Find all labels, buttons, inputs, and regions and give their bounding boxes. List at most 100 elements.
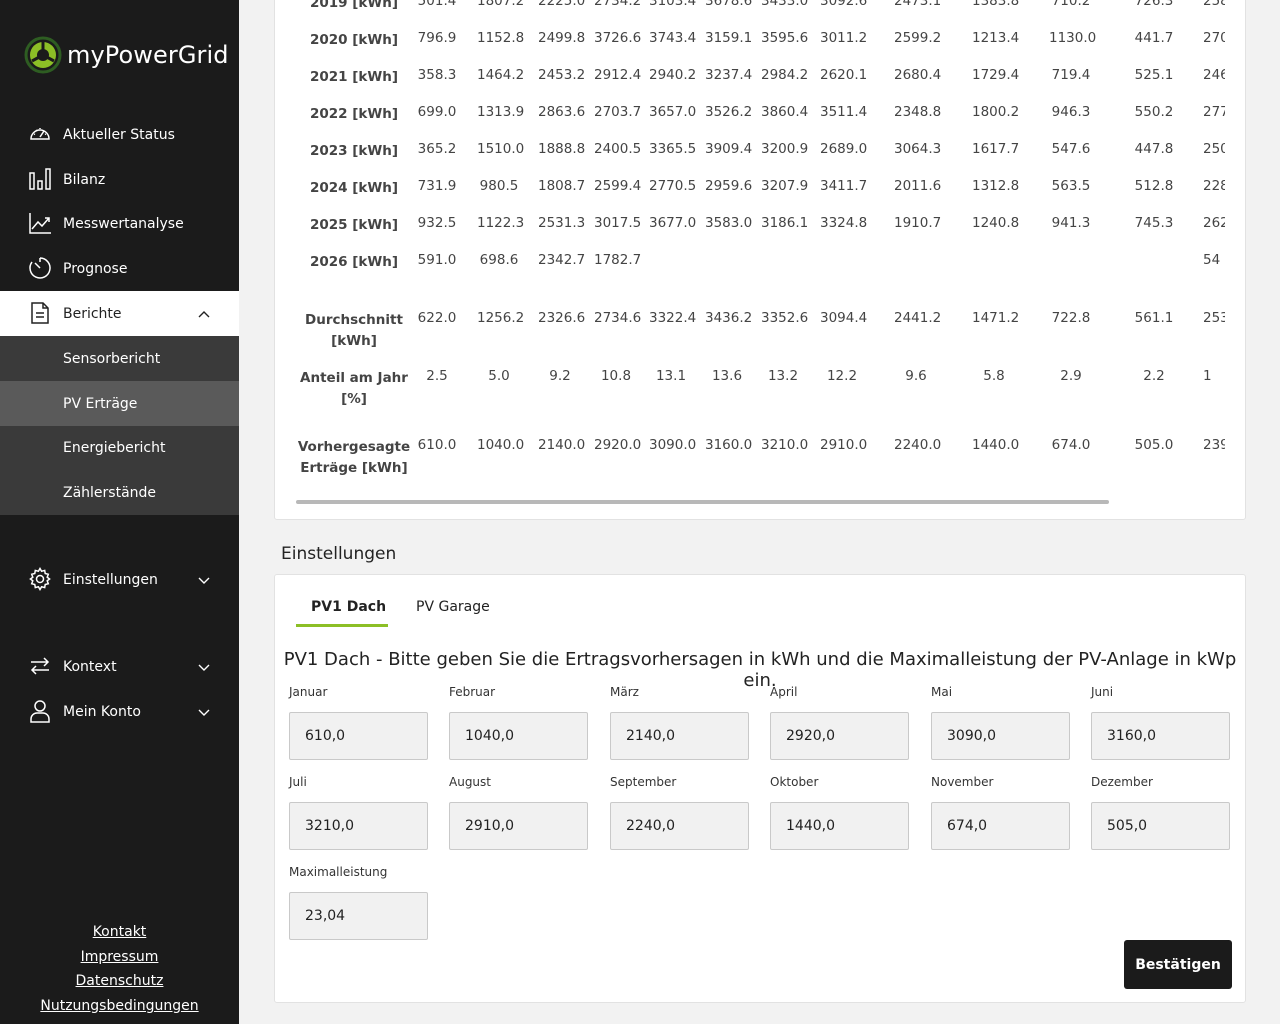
table-row-label: 2026 [kWh]	[309, 254, 399, 270]
table-cell: 447.8	[1134, 141, 1174, 157]
app-logo[interactable]: myPowerGrid	[24, 36, 229, 74]
submenu-item-energiebericht[interactable]: Energiebericht	[0, 425, 239, 470]
table-cell: 980.5	[479, 178, 519, 194]
table-cell: 1617.7	[972, 141, 1020, 157]
sidebar-item-kontext[interactable]: Kontext	[0, 644, 239, 689]
submenu-item-sensorbericht[interactable]: Sensorbericht	[0, 336, 239, 381]
chevron-up-icon[interactable]	[197, 306, 211, 320]
table-cell: 3657.0	[649, 104, 697, 120]
kontakt-link[interactable]: Kontakt	[0, 920, 239, 945]
sidebar-footer: Kontakt Impressum Datenschutz Nutzungsbe…	[0, 920, 239, 1018]
sidebar-item-aktueller-status[interactable]: Aktueller Status	[0, 112, 239, 157]
table-cell: 2473.1	[894, 0, 942, 9]
table-cell: 1464.2	[477, 67, 525, 83]
sidebar-item-label: Messwertanalyse	[63, 215, 184, 232]
table-cell: 228	[1203, 178, 1225, 194]
table-cell: 1240.8	[972, 215, 1020, 231]
table-cell: 719.4	[1051, 67, 1091, 83]
table-cell: 9.2	[549, 368, 571, 384]
forecast-month-input[interactable]	[770, 712, 909, 760]
table-cell: 3909.4	[705, 141, 753, 157]
table-cell: 2342.7	[538, 252, 586, 268]
max-power-input[interactable]	[289, 892, 428, 940]
tab-pv-garage[interactable]: PV Garage	[416, 599, 490, 629]
logo-icon	[24, 36, 62, 74]
forecast-month-input[interactable]	[1091, 712, 1230, 760]
table-cell: 13.2	[767, 368, 799, 384]
horizontal-scrollbar[interactable]	[296, 500, 1226, 504]
table-cell: 3200.9	[761, 141, 809, 157]
sidebar-item-berichte[interactable]: Berichte	[0, 291, 239, 336]
table-cell: 1808.7	[538, 178, 586, 194]
table-cell: 358.3	[417, 67, 457, 83]
table-cell: 3743.4	[649, 30, 697, 46]
table-cell: 550.2	[1134, 104, 1174, 120]
datenschutz-link[interactable]: Datenschutz	[0, 969, 239, 994]
submenu-item-label: Sensorbericht	[63, 350, 161, 367]
table-cell: 54	[1203, 252, 1221, 268]
forecast-month-input[interactable]	[770, 802, 909, 850]
table-cell: 13.1	[655, 368, 687, 384]
settings-section-title: Einstellungen	[281, 544, 397, 564]
forecast-month-input[interactable]	[289, 802, 428, 850]
table-cell: 3324.8	[820, 215, 868, 231]
table-cell: 3526.2	[705, 104, 753, 120]
field-label: Maximalleistung	[289, 865, 388, 879]
table-cell: 3210.0	[761, 437, 809, 453]
table-cell: 3186.1	[761, 215, 809, 231]
table-cell: 561.1	[1134, 310, 1174, 326]
table-row-label: 2019 [kWh]	[309, 0, 399, 11]
table-cell: 698.6	[479, 252, 519, 268]
table-row-label: Vorhergesagte Erträge [kWh]	[297, 439, 411, 476]
submenu-item-zaehlerstaende[interactable]: Zählerstände	[0, 470, 239, 515]
table-cell: 2910.0	[820, 437, 868, 453]
sidebar-item-messwertanalyse[interactable]: Messwertanalyse	[0, 201, 239, 246]
sidebar-item-prognose[interactable]: Prognose	[0, 246, 239, 291]
table-cell: 3677.0	[649, 215, 697, 231]
table-cell: 365.2	[417, 141, 457, 157]
table-cell: 2348.8	[894, 104, 942, 120]
table-cell: 745.3	[1134, 215, 1174, 231]
sidebar-item-label: Kontext	[63, 658, 117, 675]
table-cell: 258	[1203, 0, 1225, 9]
table-cell: 3436.2	[705, 310, 753, 326]
table-cell: 250	[1203, 141, 1225, 157]
scrollbar-thumb[interactable]	[296, 500, 1109, 504]
forecast-month-input[interactable]	[931, 802, 1070, 850]
sidebar-item-einstellungen[interactable]: Einstellungen	[0, 557, 239, 602]
sidebar-item-label: Aktueller Status	[63, 126, 175, 143]
sidebar: myPowerGrid Aktueller Status Bilanz Mess…	[0, 0, 239, 1024]
nutzungsbedingungen-link[interactable]: Nutzungsbedingungen	[0, 994, 239, 1019]
confirm-button[interactable]: Bestätigen	[1124, 940, 1232, 989]
forecast-month-input[interactable]	[449, 802, 588, 850]
table-row-label: Durchschnitt [kWh]	[305, 312, 403, 349]
gauge-icon	[28, 122, 52, 146]
submenu-item-pv-ertraege[interactable]: PV Erträge	[0, 381, 239, 426]
table-cell: 2453.2	[538, 67, 586, 83]
table-cell: 3094.4	[820, 310, 868, 326]
table-cell: 1888.8	[538, 141, 586, 157]
table-cell: 2734.2	[594, 0, 642, 9]
table-cell: 2599.2	[894, 30, 942, 46]
forecast-month-input[interactable]	[1091, 802, 1230, 850]
table-cell: 2326.6	[538, 310, 586, 326]
table-cell: 710.2	[1051, 0, 1091, 9]
forecast-month-input[interactable]	[449, 712, 588, 760]
user-icon	[28, 699, 52, 723]
sidebar-item-bilanz[interactable]: Bilanz	[0, 157, 239, 202]
forecast-month-input[interactable]	[289, 712, 428, 760]
table-cell: 2441.2	[894, 310, 942, 326]
forecast-month-input[interactable]	[931, 712, 1070, 760]
chevron-down-icon[interactable]	[197, 704, 211, 718]
table-cell: 932.5	[417, 215, 457, 231]
table-cell: 3595.6	[761, 30, 809, 46]
chevron-down-icon[interactable]	[197, 572, 211, 586]
sidebar-item-mein-konto[interactable]: Mein Konto	[0, 689, 239, 734]
impressum-link[interactable]: Impressum	[0, 945, 239, 970]
table-cell: 1510.0	[477, 141, 525, 157]
table-cell: 2225.0	[538, 0, 586, 9]
table-cell: 2984.2	[761, 67, 809, 83]
chevron-down-icon[interactable]	[197, 659, 211, 673]
forecast-month-input[interactable]	[610, 712, 749, 760]
forecast-month-input[interactable]	[610, 802, 749, 850]
